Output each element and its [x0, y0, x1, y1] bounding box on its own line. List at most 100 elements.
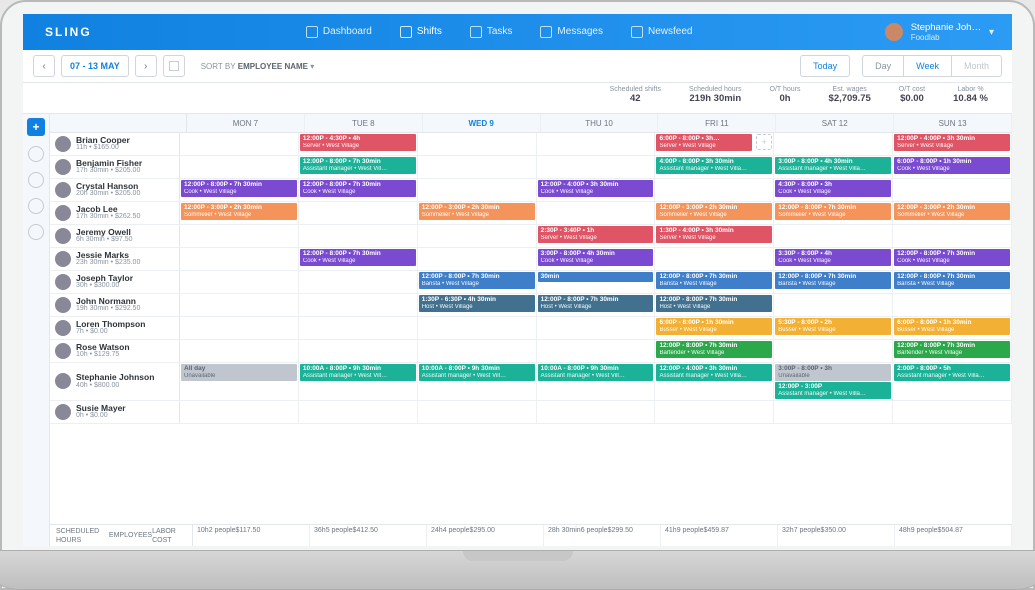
day-cell[interactable]: 4:00P - 8:00P • 3h 30minAssistant manage… [655, 156, 774, 178]
day-cell[interactable]: 2:00P - 8:00P • 5hAssistant manager • We… [893, 363, 1012, 400]
day-cell[interactable]: 10:00A - 8:00P • 9h 30minAssistant manag… [418, 363, 537, 400]
day-cell[interactable] [774, 133, 893, 155]
day-cell[interactable]: 12:00P - 4:00P • 3h 30minServer • West V… [893, 133, 1012, 155]
day-cell[interactable] [418, 317, 537, 339]
shift-block[interactable]: 12:00P - 4:30P • 4hServer • West Village [300, 134, 416, 151]
day-cell[interactable] [774, 340, 893, 362]
employee-name[interactable]: Brian Cooper [76, 136, 130, 145]
employee-name[interactable]: Crystal Hanson [76, 182, 140, 191]
shift-block[interactable]: 2:00P - 8:00P • 5hAssistant manager • We… [894, 364, 1010, 381]
day-cell[interactable] [893, 179, 1012, 201]
view-month-button[interactable]: Month [952, 56, 1001, 76]
day-cell[interactable]: 3:30P - 8:00P • 4hCook • West Village [774, 248, 893, 270]
day-cell[interactable]: 12:00P - 3:00P • 2h 30minSommelier • Wes… [418, 202, 537, 224]
day-cell[interactable] [537, 340, 656, 362]
shift-block[interactable]: 12:00P - 3:00P • 2h 30minSommelier • Wes… [894, 203, 1010, 220]
day-cell[interactable]: 12:00P - 8:00P • 7h 30minBarista • West … [418, 271, 537, 293]
day-cell[interactable]: All dayUnavailable [180, 363, 299, 400]
shift-block[interactable]: 12:00P - 8:00P • 7h 30minAssistant manag… [300, 157, 416, 174]
day-cell[interactable] [655, 401, 774, 423]
shift-block[interactable]: 12:00P - 8:00P • 7h 30minBarista • West … [419, 272, 535, 289]
day-cell[interactable]: 12:00P - 4:00P • 3h 30minCook • West Vil… [537, 179, 656, 201]
shift-block[interactable]: 30min [538, 272, 654, 282]
day-cell[interactable] [537, 156, 656, 178]
day-cell[interactable]: 12:00P - 8:00P • 7h 30minBarista • West … [774, 271, 893, 293]
day-cell[interactable]: 1:30P - 6:30P • 4h 30minHost • West Vill… [418, 294, 537, 316]
day-cell[interactable] [418, 401, 537, 423]
day-cell[interactable]: 12:00P - 8:00P • 7h 30minCook • West Vil… [299, 248, 418, 270]
day-cell[interactable] [299, 294, 418, 316]
day-header[interactable]: WED 9 [423, 114, 541, 132]
day-cell[interactable] [774, 225, 893, 247]
day-cell[interactable] [774, 401, 893, 423]
employee-name[interactable]: Susie Mayer [76, 404, 126, 413]
shift-block[interactable]: 12:00P - 8:00P • 7h 30minBarista • West … [894, 272, 1010, 289]
employee-name[interactable]: Benjamin Fisher [76, 159, 142, 168]
shift-block[interactable]: 4:00P - 8:00P • 3h 30minAssistant manage… [656, 157, 772, 174]
filter-clock-icon[interactable] [28, 198, 44, 214]
day-header[interactable]: SAT 12 [776, 114, 894, 132]
day-cell[interactable] [418, 225, 537, 247]
day-cell[interactable]: 6:00P - 8:00P • 1h 30minCook • West Vill… [893, 156, 1012, 178]
shift-block[interactable]: 12:00P - 8:00P • 7h 30minCook • West Vil… [300, 180, 416, 197]
day-cell[interactable]: 6:00P - 8:00P • 1h 30minBusser • West Vi… [893, 317, 1012, 339]
day-cell[interactable]: 12:00P - 8:00P • 7h 30minBarista • West … [655, 271, 774, 293]
filter-location-icon[interactable] [28, 146, 44, 162]
shift-block[interactable]: 12:00P - 8:00P • 7h 30minCook • West Vil… [181, 180, 297, 197]
day-cell[interactable] [180, 133, 299, 155]
day-cell[interactable] [655, 248, 774, 270]
day-cell[interactable]: 5:30P - 8:00P • 2hBusser • West Village [774, 317, 893, 339]
view-day-button[interactable]: Day [863, 56, 904, 76]
employee-name[interactable]: Jacob Lee [76, 205, 140, 214]
view-week-button[interactable]: Week [904, 56, 952, 76]
shift-block[interactable]: 12:00P - 3:00P • 2h 30minSommelier • Wes… [181, 203, 297, 220]
day-cell[interactable] [299, 225, 418, 247]
day-cell[interactable] [180, 317, 299, 339]
add-shift-button[interactable]: + [27, 118, 45, 136]
shift-block[interactable]: 1:30P - 4:00P • 3h 30minServer • West Vi… [656, 226, 772, 243]
day-cell[interactable]: 12:00P - 3:00P • 2h 30minSommelier • Wes… [180, 202, 299, 224]
shift-block[interactable]: 10:00A - 8:00P • 9h 30minAssistant manag… [419, 364, 535, 381]
day-cell[interactable]: 12:00P - 8:00P • 7h 30minCook • West Vil… [299, 179, 418, 201]
day-cell[interactable] [774, 294, 893, 316]
day-header[interactable]: THU 10 [541, 114, 659, 132]
day-cell[interactable] [299, 271, 418, 293]
prev-week-button[interactable]: ‹ [33, 55, 55, 77]
shift-block[interactable]: 12:00P - 8:00P • 7h 30minCook • West Vil… [894, 249, 1010, 266]
day-cell[interactable]: 12:00P - 8:00P • 7h 30minBartender • Wes… [893, 340, 1012, 362]
day-cell[interactable]: 6:00P - 8:00P • 1h 30minBusser • West Vi… [655, 317, 774, 339]
day-cell[interactable]: 12:00P - 8:00P • 7h 30minCook • West Vil… [893, 248, 1012, 270]
shift-block[interactable]: 12:00P - 3:00PAssistant manager • West V… [775, 382, 891, 399]
day-cell[interactable] [418, 248, 537, 270]
filter-more-icon[interactable] [28, 224, 44, 240]
day-cell[interactable] [180, 340, 299, 362]
day-cell[interactable] [893, 294, 1012, 316]
day-cell[interactable] [537, 401, 656, 423]
day-cell[interactable] [180, 271, 299, 293]
day-cell[interactable] [418, 179, 537, 201]
shift-block[interactable]: 3:00P - 8:00P • 4h 30minAssistant manage… [775, 157, 891, 174]
day-cell[interactable] [299, 202, 418, 224]
day-cell[interactable] [537, 317, 656, 339]
shift-block[interactable]: 6:00P - 8:00P • 1h 30minBusser • West Vi… [656, 318, 772, 335]
shift-block[interactable]: 12:00P - 8:00P • 7h 30minCook • West Vil… [300, 249, 416, 266]
shift-block[interactable]: 12:00P - 8:00P • 7h 30minBartender • Wes… [894, 341, 1010, 358]
nav-newsfeed[interactable]: Newsfeed [617, 14, 706, 50]
day-cell[interactable]: 6:00P - 8:00P • 3h…Server • West Village… [655, 133, 774, 155]
today-button[interactable]: Today [800, 55, 850, 77]
shift-block[interactable]: 12:00P - 8:00P • 7h 30minHost • West Vil… [538, 295, 654, 312]
shift-block[interactable]: 3:00P - 8:00P • 3hUnavailable [775, 364, 891, 381]
day-cell[interactable] [418, 156, 537, 178]
shift-block[interactable]: 12:00P - 4:00P • 3h 30minServer • West V… [894, 134, 1010, 151]
shift-block[interactable]: 5:30P - 8:00P • 2hBusser • West Village [775, 318, 891, 335]
shift-block[interactable]: 2:30P - 3:40P • 1hServer • West Village [538, 226, 654, 243]
employee-name[interactable]: Rose Watson [76, 343, 130, 352]
day-cell[interactable]: 12:00P - 3:00P • 2h 30minSommelier • Wes… [655, 202, 774, 224]
employee-name[interactable]: Stephanie Johnson [76, 373, 154, 382]
day-header[interactable]: SUN 13 [894, 114, 1012, 132]
day-cell[interactable] [537, 202, 656, 224]
shift-block[interactable]: 3:00P - 8:00P • 4h 30minCook • West Vill… [538, 249, 654, 266]
day-cell[interactable]: 12:00P - 8:00P • 7h 30minAssistant manag… [299, 156, 418, 178]
shift-block[interactable]: 12:00P - 8:00P • 7h 30minHost • West Vil… [656, 295, 772, 312]
day-cell[interactable]: 10:00A - 8:00P • 9h 30minAssistant manag… [299, 363, 418, 400]
